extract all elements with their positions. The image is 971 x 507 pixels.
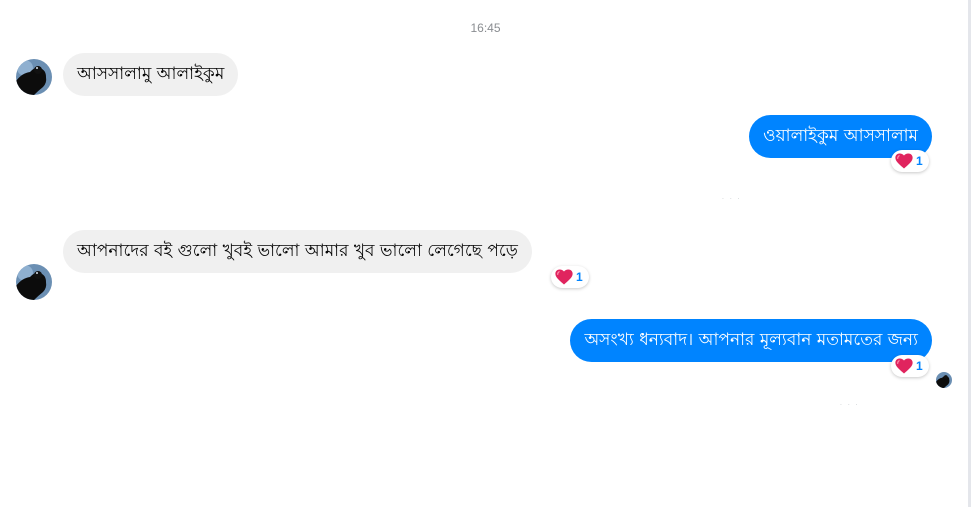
heart-icon [895,153,913,169]
reaction-count: 1 [916,359,923,373]
heart-icon [895,358,913,374]
reaction-badge[interactable]: 1 [551,266,589,288]
message-bubble-outgoing[interactable]: অসংখ্য ধন্যবাদ। আপনার মূল্যবান মতামতের জ… [570,319,932,362]
seen-avatar [936,372,952,388]
contact-avatar[interactable] [16,264,52,300]
message-text: ওয়ালাইকুম আসসালাম [763,126,918,146]
contact-avatar[interactable] [16,59,52,95]
message-text: আসসালামু আলাইকুম [77,64,225,84]
delivery-indicator: · · · [840,402,860,409]
chat-thread: 16:45 আসসালামু আলাইকুম ওয়ালাইকুম আসসালা… [0,0,971,507]
message-timestamp: 16:45 [470,21,501,35]
reaction-badge[interactable]: 1 [891,355,929,377]
message-text: অসংখ্য ধন্যবাদ। আপনার মূল্যবান মতামতের জ… [584,330,918,350]
delivery-indicator: · · · [722,196,742,203]
reaction-count: 1 [916,154,923,168]
message-bubble-incoming[interactable]: আপনাদের বই গুলো খুবই ভালো আমার খুব ভালো … [63,230,532,273]
reaction-badge[interactable]: 1 [891,150,929,172]
message-text: আপনাদের বই গুলো খুবই ভালো আমার খুব ভালো … [77,241,518,261]
reaction-count: 1 [576,270,583,284]
heart-icon [555,269,573,285]
message-bubble-incoming[interactable]: আসসালামু আলাইকুম [63,53,239,96]
